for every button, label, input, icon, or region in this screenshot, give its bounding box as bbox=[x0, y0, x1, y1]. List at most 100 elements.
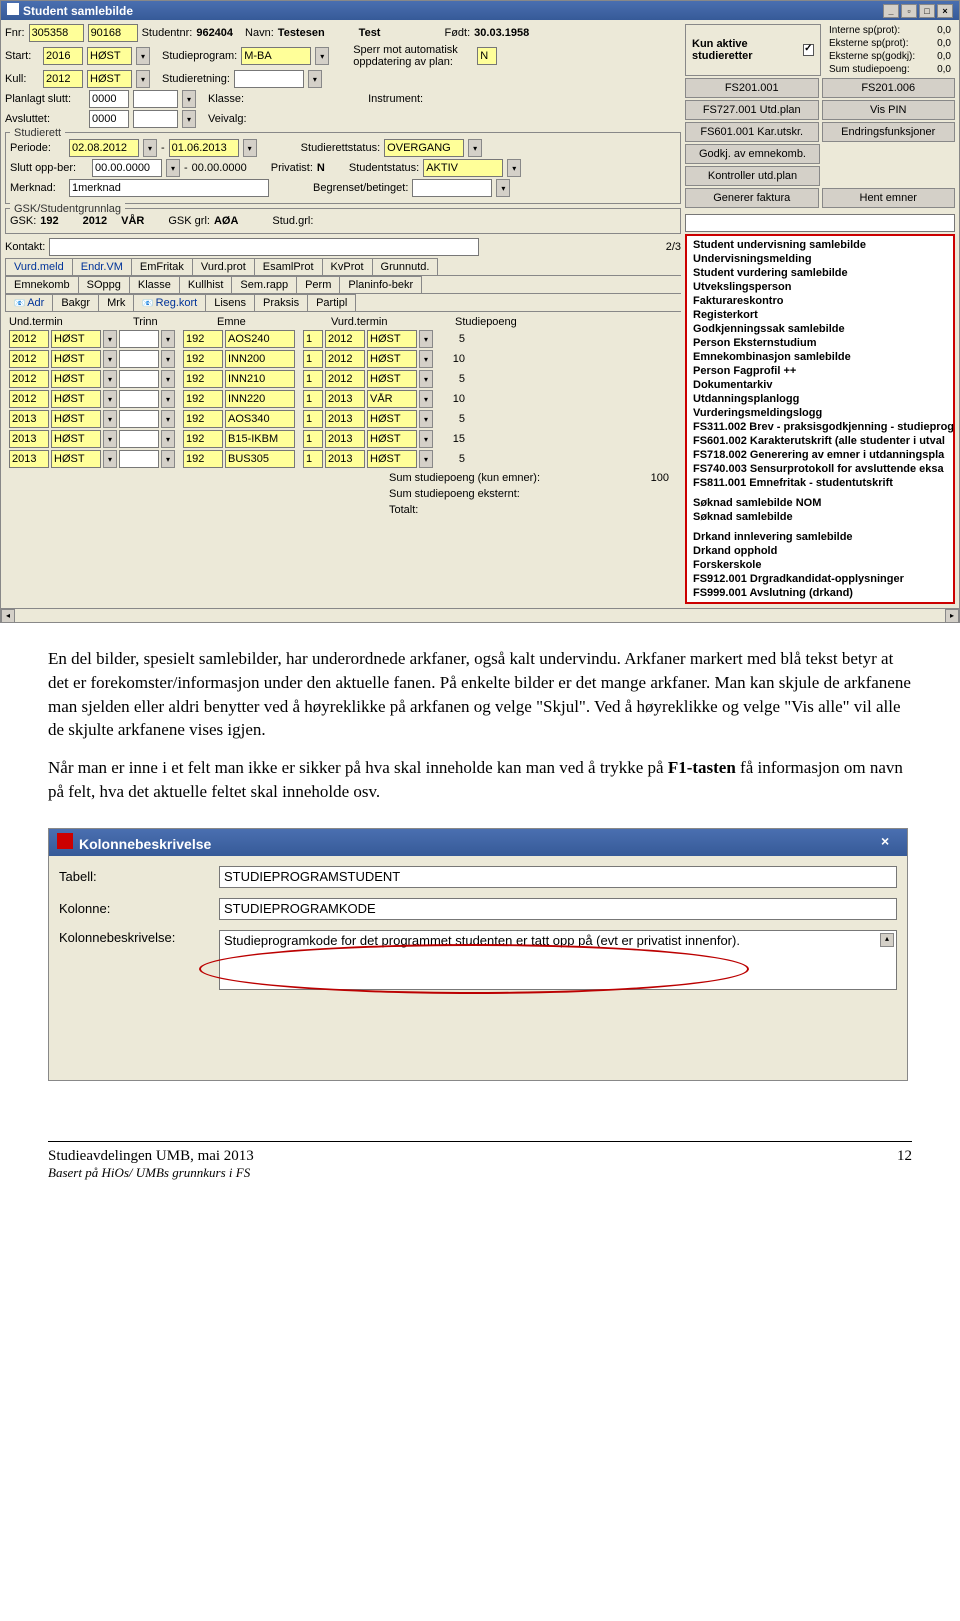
row-vyear[interactable] bbox=[325, 330, 365, 348]
row-blank1-dd[interactable]: ▾ bbox=[161, 410, 175, 428]
menu-item[interactable]: FS740.003 Sensurprotokoll for avsluttend… bbox=[691, 462, 949, 476]
row-blank1[interactable] bbox=[119, 350, 159, 368]
begrenset-dropdown[interactable]: ▾ bbox=[496, 179, 510, 197]
studieretning-input[interactable] bbox=[234, 70, 304, 88]
row-sem-dd[interactable]: ▾ bbox=[103, 370, 117, 388]
kull-sem-input[interactable] bbox=[87, 70, 132, 88]
row-vyear[interactable] bbox=[325, 450, 365, 468]
periode-til-dropdown[interactable]: ▾ bbox=[243, 139, 257, 157]
row-blank1[interactable] bbox=[119, 390, 159, 408]
row-vyear[interactable] bbox=[325, 370, 365, 388]
row-year[interactable] bbox=[9, 410, 49, 428]
menu-item[interactable]: Vurderingsmeldingslogg bbox=[691, 406, 949, 420]
row-emne[interactable] bbox=[225, 370, 295, 388]
row-n[interactable] bbox=[303, 350, 323, 368]
menu-item[interactable]: Drkand opphold bbox=[691, 544, 949, 558]
row-vsem[interactable] bbox=[367, 390, 417, 408]
planlagtslutt-dropdown[interactable]: ▾ bbox=[182, 90, 196, 108]
start-sem-input[interactable] bbox=[87, 47, 132, 65]
start-sem-dropdown[interactable]: ▾ bbox=[136, 47, 150, 65]
godkj-emnekomb-button[interactable]: Godkj. av emnekomb. bbox=[685, 144, 820, 164]
start-year-input[interactable] bbox=[43, 47, 83, 65]
avsluttet-input[interactable] bbox=[89, 110, 129, 128]
row-sem-dd[interactable]: ▾ bbox=[103, 410, 117, 428]
tab-praksis[interactable]: Praksis bbox=[254, 294, 308, 311]
menu-item[interactable]: FS999.001 Avslutning (drkand) bbox=[691, 586, 949, 600]
row-blank1-dd[interactable]: ▾ bbox=[161, 450, 175, 468]
row-vsem-dd[interactable]: ▾ bbox=[419, 430, 433, 448]
avsluttet-dropdown[interactable]: ▾ bbox=[182, 110, 196, 128]
menu-item[interactable]: FS811.001 Emnefritak - studentutskrift bbox=[691, 476, 949, 490]
row-blank1-dd[interactable]: ▾ bbox=[161, 370, 175, 388]
search-input[interactable] bbox=[685, 214, 955, 232]
tab-regkort[interactable]: 📧Reg.kort bbox=[133, 294, 206, 311]
row-trinn[interactable] bbox=[183, 330, 223, 348]
row-vyear[interactable] bbox=[325, 410, 365, 428]
menu-item[interactable]: Undervisningsmelding bbox=[691, 252, 949, 266]
kull-year-input[interactable] bbox=[43, 70, 83, 88]
tab-soppg[interactable]: SOppg bbox=[78, 276, 130, 293]
row-trinn[interactable] bbox=[183, 390, 223, 408]
tab-esamlprot[interactable]: EsamlProt bbox=[254, 258, 323, 275]
menu-item[interactable]: FS912.001 Drgradkandidat-opplysninger bbox=[691, 572, 949, 586]
dialog-close-button[interactable]: × bbox=[881, 834, 899, 850]
studieretning-dropdown[interactable]: ▾ bbox=[308, 70, 322, 88]
fnr2-input[interactable] bbox=[88, 24, 138, 42]
textarea-scroll-up[interactable]: ▴ bbox=[880, 933, 894, 947]
tab-vurdprot[interactable]: Vurd.prot bbox=[192, 258, 255, 275]
studieprogram-dropdown[interactable]: ▾ bbox=[315, 47, 329, 65]
tab-bakgr[interactable]: Bakgr bbox=[52, 294, 99, 311]
kontakt-input[interactable] bbox=[49, 238, 479, 256]
fs201-006-button[interactable]: FS201.006 bbox=[822, 78, 956, 98]
row-trinn[interactable] bbox=[183, 410, 223, 428]
tab-grunnutd[interactable]: Grunnutd. bbox=[372, 258, 439, 275]
menu-item[interactable]: Dokumentarkiv bbox=[691, 378, 949, 392]
studierettstatus-input[interactable] bbox=[384, 139, 464, 157]
row-vsem-dd[interactable]: ▾ bbox=[419, 390, 433, 408]
sperr-input[interactable] bbox=[477, 47, 497, 65]
menu-item[interactable]: Søknad samlebilde bbox=[691, 510, 949, 524]
row-sem[interactable] bbox=[51, 430, 101, 448]
hent-emner-button[interactable]: Hent emner bbox=[822, 188, 956, 208]
merknad-input[interactable] bbox=[69, 179, 269, 197]
tab-partipl[interactable]: Partipl bbox=[307, 294, 356, 311]
tab-emfritak[interactable]: EmFritak bbox=[131, 258, 193, 275]
scroll-right-button[interactable]: ▸ bbox=[945, 609, 959, 623]
row-sem[interactable] bbox=[51, 410, 101, 428]
row-blank1[interactable] bbox=[119, 410, 159, 428]
row-vyear[interactable] bbox=[325, 390, 365, 408]
minimize-button[interactable]: _ bbox=[883, 4, 899, 18]
row-sem[interactable] bbox=[51, 370, 101, 388]
menu-item[interactable]: Registerkort bbox=[691, 308, 949, 322]
row-blank1[interactable] bbox=[119, 370, 159, 388]
tab-mrk[interactable]: Mrk bbox=[98, 294, 134, 311]
menu-item[interactable]: Forskerskole bbox=[691, 558, 949, 572]
row-trinn[interactable] bbox=[183, 350, 223, 368]
row-vyear[interactable] bbox=[325, 350, 365, 368]
menu-item[interactable]: Student undervisning samlebilde bbox=[691, 238, 949, 252]
tab-planinfobekr[interactable]: Planinfo-bekr bbox=[339, 276, 422, 293]
periode-fra-input[interactable] bbox=[69, 139, 139, 157]
periode-fra-dropdown[interactable]: ▾ bbox=[143, 139, 157, 157]
row-vsem[interactable] bbox=[367, 450, 417, 468]
row-vsem-dd[interactable]: ▾ bbox=[419, 450, 433, 468]
tab-klasse[interactable]: Klasse bbox=[129, 276, 180, 293]
maximize-button[interactable]: □ bbox=[919, 4, 935, 18]
row-emne[interactable] bbox=[225, 350, 295, 368]
tab-kullhist[interactable]: Kullhist bbox=[179, 276, 232, 293]
row-year[interactable] bbox=[9, 330, 49, 348]
row-blank1-dd[interactable]: ▾ bbox=[161, 430, 175, 448]
menu-item[interactable]: Utvekslingsperson bbox=[691, 280, 949, 294]
row-year[interactable] bbox=[9, 450, 49, 468]
row-vsem[interactable] bbox=[367, 330, 417, 348]
row-vsem[interactable] bbox=[367, 350, 417, 368]
begrenset-input[interactable] bbox=[412, 179, 492, 197]
kontroller-utdplan-button[interactable]: Kontroller utd.plan bbox=[685, 166, 820, 186]
menu-item[interactable]: Person Eksternstudium bbox=[691, 336, 949, 350]
tab-kvprot[interactable]: KvProt bbox=[322, 258, 373, 275]
row-year[interactable] bbox=[9, 350, 49, 368]
row-blank1[interactable] bbox=[119, 430, 159, 448]
row-sem-dd[interactable]: ▾ bbox=[103, 390, 117, 408]
utdplan-button[interactable]: FS727.001 Utd.plan bbox=[685, 100, 819, 120]
row-vyear[interactable] bbox=[325, 430, 365, 448]
